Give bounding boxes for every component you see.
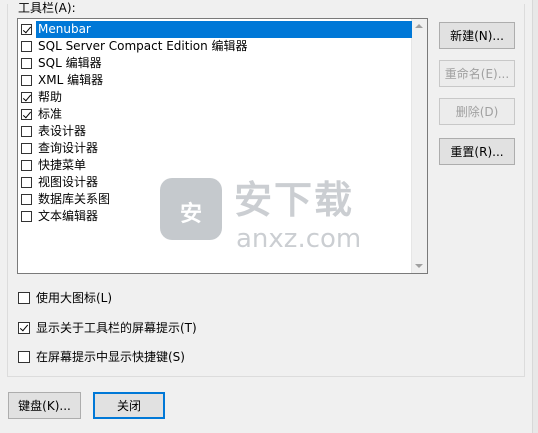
watermark: 安 安下载 anxz.com [160, 178, 390, 262]
show-shortcuts-label: 在屏幕提示中显示快捷键(S) [36, 350, 185, 364]
toolbar-list-item[interactable]: SQL Server Compact Edition 编辑器 [19, 38, 250, 55]
listbox-scrollbar[interactable] [411, 19, 427, 273]
toolbar-item-checkbox[interactable] [21, 177, 32, 188]
toolbar-item-label: 帮助 [38, 90, 63, 104]
toolbar-list-item[interactable]: 查询设计器 [19, 140, 100, 157]
new-button[interactable]: 新建(N)... [439, 22, 515, 49]
toolbar-item-label: 查询设计器 [38, 141, 99, 155]
toolbar-item-label: Menubar [36, 21, 412, 38]
watermark-site: anxz.com [236, 224, 362, 254]
toolbar-item-label: 文本编辑器 [38, 209, 99, 223]
toolbar-item-checkbox[interactable] [21, 211, 32, 222]
toolbar-item-checkbox[interactable] [21, 92, 32, 103]
show-tips-label: 显示关于工具栏的屏幕提示(T) [36, 321, 197, 335]
toolbar-item-checkbox[interactable] [21, 160, 32, 171]
show-shortcuts-checkbox[interactable] [18, 350, 30, 363]
toolbar-item-checkbox[interactable] [21, 75, 32, 86]
toolbar-item-label: SQL Server Compact Edition 编辑器 [38, 39, 248, 53]
toolbar-list-item[interactable]: 快捷菜单 [19, 157, 88, 174]
toolbar-item-checkbox[interactable] [21, 24, 32, 35]
toolbar-item-label: XML 编辑器 [38, 73, 104, 87]
rename-button[interactable]: 重命名(E)... [439, 60, 515, 87]
toolbar-list-item[interactable]: 视图设计器 [19, 174, 100, 191]
large-icons-label: 使用大图标(L) [36, 291, 113, 305]
toolbar-item-checkbox[interactable] [21, 143, 32, 154]
toolbar-item-label: 表设计器 [38, 124, 87, 138]
toolbar-item-checkbox[interactable] [21, 58, 32, 69]
toolbar-list-item[interactable]: Menubar [19, 21, 412, 38]
delete-button[interactable]: 删除(D) [439, 98, 515, 125]
large-icons-option[interactable]: 使用大图标(L) [18, 289, 112, 306]
scroll-up-icon[interactable] [415, 24, 423, 28]
toolbar-item-checkbox[interactable] [21, 41, 32, 52]
show-shortcuts-option[interactable]: 在屏幕提示中显示快捷键(S) [18, 348, 185, 365]
window-edge [532, 0, 538, 433]
toolbar-list-item[interactable]: XML 编辑器 [19, 72, 105, 89]
toolbar-item-label: 标准 [38, 107, 63, 121]
toolbar-item-label: SQL 编辑器 [38, 56, 102, 70]
toolbars-label: 工具栏(A): [18, 1, 76, 15]
keyboard-button[interactable]: 键盘(K)... [8, 392, 81, 419]
toolbar-list-item[interactable]: SQL 编辑器 [19, 55, 104, 72]
toolbar-list-item[interactable]: 数据库关系图 [19, 191, 112, 208]
watermark-logo-icon: 安 [160, 178, 222, 240]
toolbar-list-item[interactable]: 文本编辑器 [19, 208, 100, 225]
large-icons-checkbox[interactable] [18, 291, 30, 304]
toolbar-item-checkbox[interactable] [21, 194, 32, 205]
scroll-down-icon[interactable] [415, 264, 423, 268]
toolbar-list-item[interactable]: 标准 [19, 106, 64, 123]
toolbar-list-item[interactable]: 表设计器 [19, 123, 88, 140]
show-tips-checkbox[interactable] [18, 321, 30, 334]
toolbar-list-item[interactable]: 帮助 [19, 89, 64, 106]
toolbar-item-checkbox[interactable] [21, 126, 32, 137]
toolbar-item-label: 数据库关系图 [38, 192, 111, 206]
toolbar-item-checkbox[interactable] [21, 109, 32, 120]
close-button[interactable]: 关闭 [93, 392, 165, 419]
watermark-title: 安下载 [234, 178, 355, 222]
toolbar-item-label: 视图设计器 [38, 175, 99, 189]
show-tips-option[interactable]: 显示关于工具栏的屏幕提示(T) [18, 319, 197, 336]
toolbar-item-label: 快捷菜单 [38, 158, 87, 172]
reset-button[interactable]: 重置(R)... [439, 138, 515, 165]
